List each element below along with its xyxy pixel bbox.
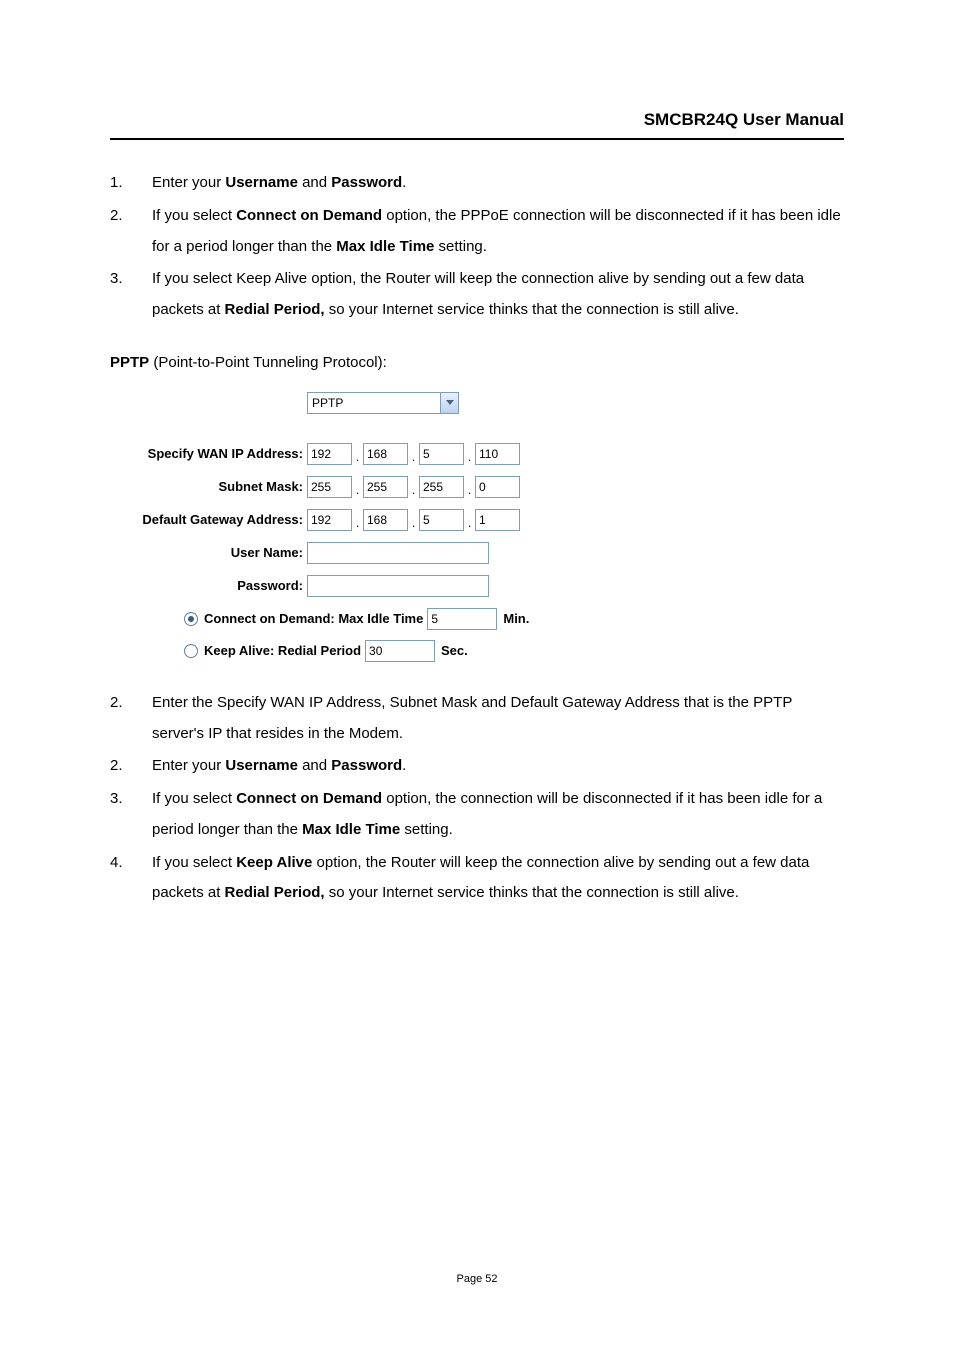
redial-period-input[interactable]	[365, 640, 435, 662]
gw-1[interactable]	[307, 509, 352, 531]
pptp-bold: PPTP	[110, 354, 149, 371]
list-item: 2.If you select Connect on Demand option…	[110, 201, 844, 263]
list-text: If you select Keep Alive option, the Rou…	[152, 264, 844, 326]
list-number: 4.	[110, 848, 152, 910]
list-text: Enter your Username and Password.	[152, 751, 844, 782]
pptp-form: PPTP Specify WAN IP Address: . . . Subne…	[110, 392, 844, 662]
gw-3[interactable]	[419, 509, 464, 531]
list-item: 2.Enter your Username and Password.	[110, 751, 844, 782]
subnet-mask-label: Subnet Mask:	[116, 479, 307, 494]
wan-ip-2[interactable]	[363, 443, 408, 465]
wan-ip-1[interactable]	[307, 443, 352, 465]
cod-label: Connect on Demand: Max Idle Time	[204, 611, 423, 626]
ka-label: Keep Alive: Redial Period	[204, 643, 361, 658]
pptp-intro: PPTP (Point-to-Point Tunneling Protocol)…	[110, 348, 844, 378]
password-label: Password:	[116, 578, 307, 593]
gateway-label: Default Gateway Address:	[116, 512, 307, 527]
list-item: 2.Enter the Specify WAN IP Address, Subn…	[110, 688, 844, 750]
instruction-list-2: 2.Enter the Specify WAN IP Address, Subn…	[110, 688, 844, 909]
wan-ip-4[interactable]	[475, 443, 520, 465]
pptp-rest: (Point-to-Point Tunneling Protocol):	[149, 354, 387, 371]
max-idle-time-input[interactable]	[427, 608, 497, 630]
list-text: If you select Connect on Demand option, …	[152, 201, 844, 263]
list-number: 3.	[110, 784, 152, 846]
list-text: Enter the Specify WAN IP Address, Subnet…	[152, 688, 844, 750]
list-item: 1.Enter your Username and Password.	[110, 168, 844, 199]
page-number: Page 52	[0, 1273, 954, 1285]
list-item: 3.If you select Keep Alive option, the R…	[110, 264, 844, 326]
list-text: Enter your Username and Password.	[152, 168, 844, 199]
mask-4[interactable]	[475, 476, 520, 498]
connection-type-select[interactable]: PPTP	[307, 392, 459, 414]
gw-4[interactable]	[475, 509, 520, 531]
wan-ip-3[interactable]	[419, 443, 464, 465]
list-number: 3.	[110, 264, 152, 326]
list-number: 2.	[110, 688, 152, 750]
keep-alive-radio[interactable]	[184, 644, 198, 658]
list-item: 4.If you select Keep Alive option, the R…	[110, 848, 844, 910]
wan-ip-label: Specify WAN IP Address:	[116, 446, 307, 461]
mask-3[interactable]	[419, 476, 464, 498]
username-label: User Name:	[116, 545, 307, 560]
connect-on-demand-radio[interactable]	[184, 612, 198, 626]
list-number: 2.	[110, 201, 152, 263]
list-number: 2.	[110, 751, 152, 782]
gw-2[interactable]	[363, 509, 408, 531]
ka-unit: Sec.	[435, 643, 468, 658]
list-item: 3.If you select Connect on Demand option…	[110, 784, 844, 846]
username-input[interactable]	[307, 542, 489, 564]
mask-1[interactable]	[307, 476, 352, 498]
chevron-down-icon[interactable]	[440, 393, 458, 413]
list-number: 1.	[110, 168, 152, 199]
list-text: If you select Connect on Demand option, …	[152, 784, 844, 846]
select-value: PPTP	[312, 396, 343, 410]
list-text: If you select Keep Alive option, the Rou…	[152, 848, 844, 910]
mask-2[interactable]	[363, 476, 408, 498]
page-title: SMCBR24Q User Manual	[110, 110, 844, 140]
instruction-list-1: 1.Enter your Username and Password.2.If …	[110, 168, 844, 326]
cod-unit: Min.	[497, 611, 529, 626]
password-input[interactable]	[307, 575, 489, 597]
